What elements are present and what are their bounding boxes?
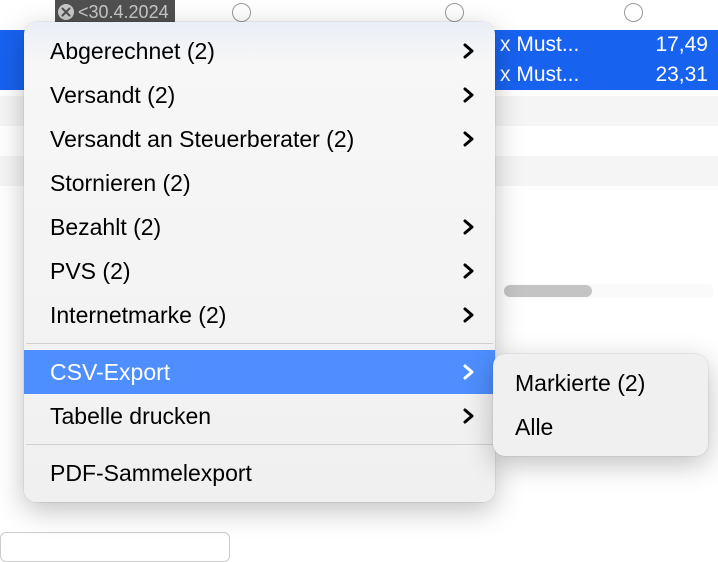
chevron-right-icon xyxy=(462,218,475,236)
chevron-right-icon xyxy=(462,42,475,60)
menu-item-csv-export[interactable]: CSV-Export xyxy=(24,350,495,394)
chevron-right-icon xyxy=(462,407,475,425)
row-amount: 17,49 xyxy=(655,33,708,57)
chevron-right-icon xyxy=(462,363,475,381)
menu-item-label: PVS (2) xyxy=(50,258,131,285)
row-amount: 23,31 xyxy=(655,63,708,87)
menu-separator xyxy=(26,343,493,344)
menu-item-abgerechnet[interactable]: Abgerechnet (2) xyxy=(24,29,495,73)
menu-item-internetmarke[interactable]: Internetmarke (2) xyxy=(24,293,495,337)
menu-item-pdf-sammelexport[interactable]: PDF-Sammelexport xyxy=(24,451,495,495)
bottom-input[interactable] xyxy=(0,532,230,562)
submenu-item-label: Markierte (2) xyxy=(515,370,645,397)
chevron-right-icon xyxy=(462,130,475,148)
menu-item-label: PDF-Sammelexport xyxy=(50,460,252,487)
filter-text: <30.4.2024 xyxy=(78,2,169,23)
chevron-right-icon xyxy=(462,306,475,324)
row-name: x Must... xyxy=(500,33,579,57)
column-radio-2[interactable] xyxy=(445,3,464,22)
horizontal-scrollbar[interactable] xyxy=(504,284,714,298)
chevron-right-icon xyxy=(462,262,475,280)
menu-item-label: Tabelle drucken xyxy=(50,403,211,430)
filter-pill[interactable]: <30.4.2024 xyxy=(55,0,175,24)
csv-export-submenu: Markierte (2) Alle xyxy=(493,354,708,456)
menu-item-label: Abgerechnet (2) xyxy=(50,38,215,65)
menu-item-bezahlt[interactable]: Bezahlt (2) xyxy=(24,205,495,249)
menu-item-label: Versandt (2) xyxy=(50,82,175,109)
menu-item-tabelle-drucken[interactable]: Tabelle drucken xyxy=(24,394,495,438)
clear-filter-icon[interactable] xyxy=(57,3,75,21)
column-radio-3[interactable] xyxy=(624,3,643,22)
menu-item-pvs[interactable]: PVS (2) xyxy=(24,249,495,293)
menu-item-label: CSV-Export xyxy=(50,359,170,386)
menu-item-label: Stornieren (2) xyxy=(50,170,191,197)
submenu-item-markierte[interactable]: Markierte (2) xyxy=(493,361,708,405)
context-menu: Abgerechnet (2) Versandt (2) Versandt an… xyxy=(24,22,495,502)
submenu-item-alle[interactable]: Alle xyxy=(493,405,708,449)
chevron-right-icon xyxy=(462,86,475,104)
row-name: x Must... xyxy=(500,63,579,87)
scrollbar-thumb[interactable] xyxy=(504,285,592,297)
menu-item-versandt[interactable]: Versandt (2) xyxy=(24,73,495,117)
menu-item-label: Versandt an Steuerberater (2) xyxy=(50,126,354,153)
menu-item-label: Bezahlt (2) xyxy=(50,214,161,241)
menu-separator xyxy=(26,444,493,445)
menu-item-stornieren[interactable]: Stornieren (2) xyxy=(24,161,495,205)
column-radio-1[interactable] xyxy=(232,3,251,22)
submenu-item-label: Alle xyxy=(515,414,553,441)
menu-item-label: Internetmarke (2) xyxy=(50,302,226,329)
menu-item-versandt-steuerberater[interactable]: Versandt an Steuerberater (2) xyxy=(24,117,495,161)
